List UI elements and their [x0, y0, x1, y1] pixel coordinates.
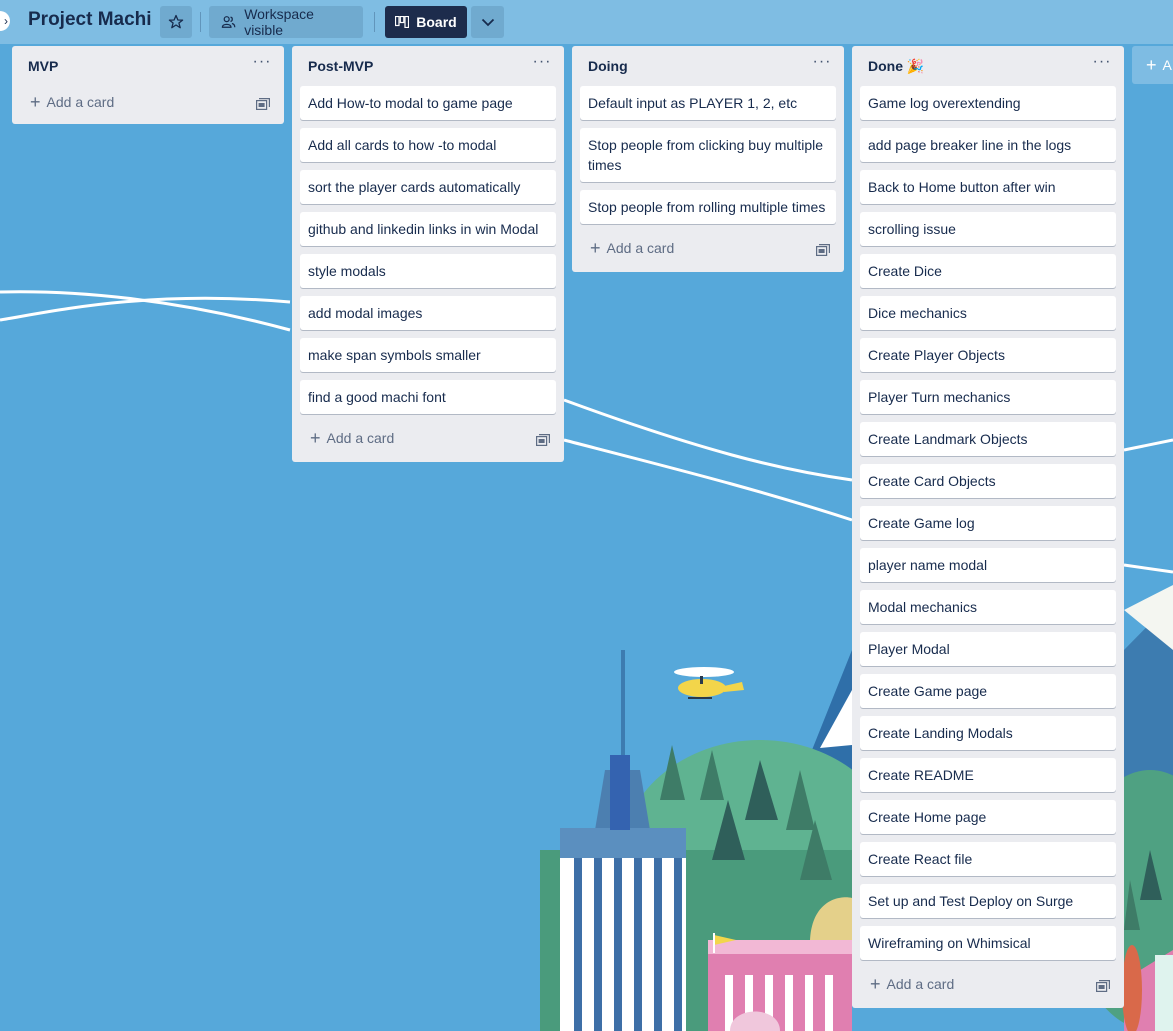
card[interactable]: Dice mechanics	[860, 296, 1116, 330]
more-options-icon[interactable]: ···	[250, 54, 274, 74]
card[interactable]: Game log overextending	[860, 86, 1116, 120]
card[interactable]: Create Landmark Objects	[860, 422, 1116, 456]
add-card-label: Add a card	[326, 430, 395, 446]
card[interactable]: Modal mechanics	[860, 590, 1116, 624]
view-switcher-button[interactable]	[471, 6, 504, 38]
workspace-visibility-button[interactable]: Workspace visible	[209, 6, 363, 38]
card[interactable]: Create README	[860, 758, 1116, 792]
card[interactable]: Back to Home button after win	[860, 170, 1116, 204]
plus-icon: +	[310, 428, 321, 448]
card[interactable]: style modals	[300, 254, 556, 288]
card[interactable]: Create Dice	[860, 254, 1116, 288]
add-list-label: A	[1162, 57, 1172, 73]
card[interactable]: Create React file	[860, 842, 1116, 876]
board-icon	[395, 16, 410, 28]
list-doing: Doing ··· Default input as PLAYER 1, 2, …	[572, 46, 844, 272]
list-post-mvp: Post-MVP ··· Add How-to modal to game pa…	[292, 46, 564, 462]
card[interactable]: Add all cards to how -to modal	[300, 128, 556, 162]
add-card-button[interactable]: + Add a card	[30, 92, 115, 112]
workspace-visibility-label: Workspace visible	[244, 6, 314, 38]
card[interactable]: Create Home page	[860, 800, 1116, 834]
add-list-button[interactable]: + A	[1132, 46, 1173, 84]
list-done: Done 🎉 ··· Game log overextending add pag…	[852, 46, 1124, 1008]
plus-icon: +	[590, 238, 601, 258]
people-icon	[221, 16, 236, 28]
list-footer: + Add a card	[852, 968, 1124, 1008]
card[interactable]: Player Modal	[860, 632, 1116, 666]
card[interactable]: github and linkedin links in win Modal	[300, 212, 556, 246]
card[interactable]: Stop people from rolling multiple times	[580, 190, 836, 224]
list-header: Doing ···	[572, 46, 844, 86]
card[interactable]: make span symbols smaller	[300, 338, 556, 372]
card[interactable]: Wireframing on Whimsical	[860, 926, 1116, 960]
list-header: MVP ···	[12, 46, 284, 86]
plus-icon: +	[30, 92, 41, 112]
card-template-icon[interactable]	[816, 244, 830, 256]
card[interactable]: player name modal	[860, 548, 1116, 582]
card[interactable]: Set up and Test Deploy on Surge	[860, 884, 1116, 918]
list-header: Done 🎉 ···	[852, 46, 1124, 86]
card[interactable]: Create Game page	[860, 674, 1116, 708]
card[interactable]: Create Landing Modals	[860, 716, 1116, 750]
header-divider	[200, 12, 201, 32]
card[interactable]: find a good machi font	[300, 380, 556, 414]
card[interactable]: Create Game log	[860, 506, 1116, 540]
party-emoji-icon: 🎉	[906, 58, 925, 74]
card-list: Default input as PLAYER 1, 2, etc Stop pe…	[572, 86, 844, 224]
card[interactable]: Default input as PLAYER 1, 2, etc	[580, 86, 836, 120]
board-header: › Project Machi Workspace visible Board	[0, 0, 1173, 44]
list-footer: + Add a card	[572, 232, 844, 272]
list-title[interactable]: Done 🎉	[868, 58, 924, 75]
list-title[interactable]: Doing	[588, 58, 628, 74]
card-template-icon[interactable]	[256, 98, 270, 110]
more-options-icon[interactable]: ···	[1090, 54, 1114, 74]
plus-icon: +	[870, 974, 881, 994]
card-list: Add How-to modal to game page Add all car…	[292, 86, 564, 414]
list-footer: + Add a card	[292, 422, 564, 462]
board-view-label: Board	[416, 14, 457, 30]
chevron-down-icon	[481, 18, 494, 27]
add-card-button[interactable]: + Add a card	[870, 974, 955, 994]
more-options-icon[interactable]: ···	[530, 54, 554, 74]
list-header: Post-MVP ···	[292, 46, 564, 86]
card[interactable]: Create Card Objects	[860, 464, 1116, 498]
card-list: Game log overextending add page breaker l…	[852, 86, 1124, 960]
add-card-label: Add a card	[886, 976, 955, 992]
chevron-right-icon[interactable]: ›	[0, 11, 10, 31]
list-title[interactable]: Post-MVP	[308, 58, 373, 74]
card[interactable]: Stop people from clicking buy multiple t…	[580, 128, 836, 182]
board-title[interactable]: Project Machi	[28, 9, 152, 31]
card[interactable]: Create Player Objects	[860, 338, 1116, 372]
list-title[interactable]: MVP	[28, 58, 58, 74]
more-options-icon[interactable]: ···	[810, 54, 834, 74]
list-footer: + Add a card	[12, 86, 284, 124]
header-divider	[374, 12, 375, 32]
list-title-text: Done	[868, 58, 903, 74]
star-icon	[168, 14, 184, 29]
card[interactable]: sort the player cards automatically	[300, 170, 556, 204]
card[interactable]: scrolling issue	[860, 212, 1116, 246]
card[interactable]: Add How-to modal to game page	[300, 86, 556, 120]
add-card-label: Add a card	[606, 240, 675, 256]
card[interactable]: add modal images	[300, 296, 556, 330]
card[interactable]: add page breaker line in the logs	[860, 128, 1116, 162]
star-button[interactable]	[160, 6, 192, 38]
list-mvp: MVP ··· + Add a card	[12, 46, 284, 124]
add-card-button[interactable]: + Add a card	[590, 238, 675, 258]
board-view-button[interactable]: Board	[385, 6, 467, 38]
card[interactable]: Player Turn mechanics	[860, 380, 1116, 414]
add-card-button[interactable]: + Add a card	[310, 428, 395, 448]
add-card-label: Add a card	[46, 94, 115, 110]
plus-icon: +	[1146, 54, 1157, 75]
card-template-icon[interactable]	[536, 434, 550, 446]
card-template-icon[interactable]	[1096, 980, 1110, 992]
